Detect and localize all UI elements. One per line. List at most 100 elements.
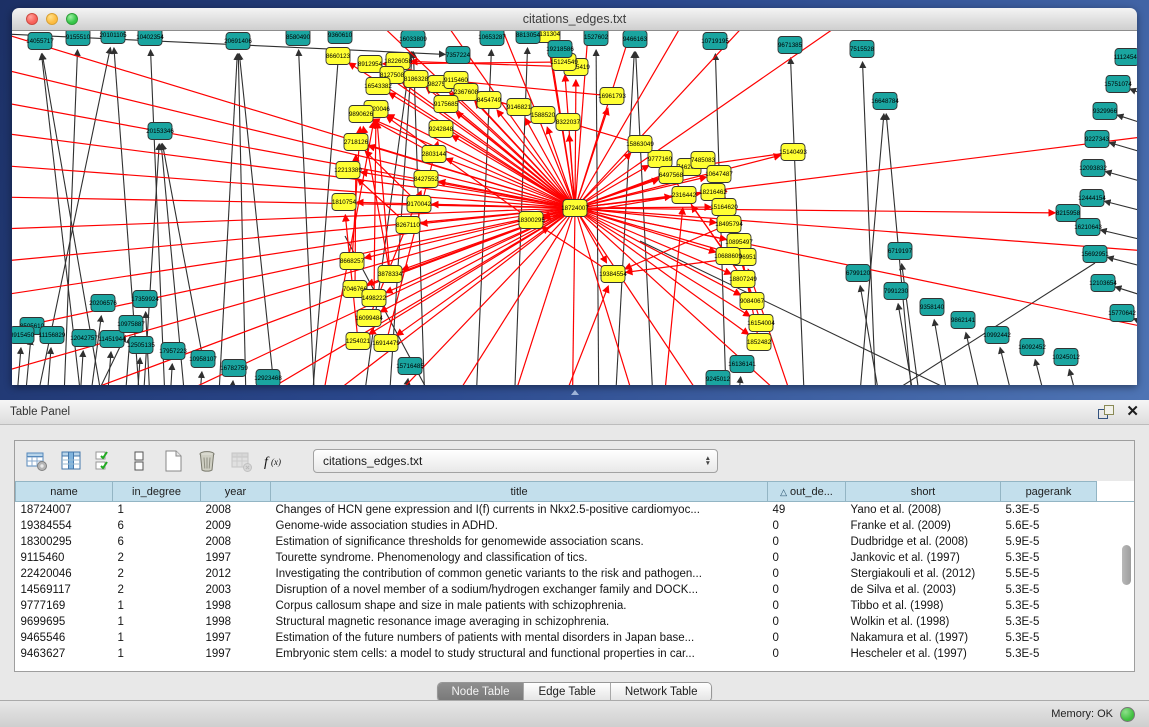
graph-node[interactable]: 19384554: [599, 266, 627, 283]
graph-node[interactable]: 9329966: [1093, 103, 1118, 120]
graph-node[interactable]: 18300295: [517, 212, 545, 229]
minimize-window-button[interactable]: [46, 13, 58, 25]
table-settings-icon[interactable]: [23, 447, 51, 475]
graph-node[interactable]: 16210643: [1074, 219, 1102, 236]
table-row[interactable]: 946554611997Estimation of the future num…: [16, 630, 1135, 646]
create-table-icon[interactable]: [159, 447, 187, 475]
graph-node[interactable]: 8186328: [404, 71, 429, 88]
table-row[interactable]: 911546021997Tourette syndrome. Phenomeno…: [16, 550, 1135, 566]
graph-node[interactable]: 9084067: [740, 293, 765, 310]
graph-node[interactable]: 1852482: [747, 334, 772, 351]
graph-node[interactable]: 2718126: [344, 134, 369, 151]
table-row[interactable]: 2242004622012Investigating the contribut…: [16, 566, 1135, 582]
graph-node[interactable]: 8813054: [516, 31, 541, 44]
table-row[interactable]: 946362711997Embryonic stem cells: a mode…: [16, 646, 1135, 662]
graph-node[interactable]: 14055717: [26, 33, 54, 50]
graph-node[interactable]: 12093832: [1079, 160, 1107, 177]
graph-node[interactable]: 20206576: [89, 295, 117, 312]
column-header-short[interactable]: short: [846, 482, 1001, 502]
graph-node[interactable]: 15770642: [1108, 305, 1136, 322]
graph-node[interactable]: 6497568: [659, 167, 684, 184]
graph-node[interactable]: 10647487: [705, 166, 733, 183]
graph-node[interactable]: 15751074: [1104, 76, 1132, 93]
graph-node[interactable]: 7357224: [446, 47, 471, 64]
tab-node-table[interactable]: Node Table: [438, 683, 524, 701]
column-header-year[interactable]: year: [201, 482, 271, 502]
float-panel-icon[interactable]: [1098, 405, 1114, 419]
graph-node[interactable]: 16782759: [220, 360, 248, 377]
graph-node[interactable]: 15164620: [710, 199, 738, 216]
table-row[interactable]: 1830029562008Estimation of significance …: [16, 534, 1135, 550]
graph-node[interactable]: 12505135: [127, 337, 155, 354]
graph-node[interactable]: 19218586: [546, 41, 574, 58]
graph-node[interactable]: 6799120: [846, 265, 871, 282]
graph-node[interactable]: 15140493: [779, 144, 807, 161]
graph-node[interactable]: 16154004: [747, 315, 775, 332]
graph-node[interactable]: 8580490: [286, 31, 311, 46]
graph-node[interactable]: 10688609: [714, 248, 742, 265]
graph-node[interactable]: 10653287: [478, 31, 506, 46]
graph-node[interactable]: 18724007: [561, 200, 589, 217]
graph-node[interactable]: 9466163: [623, 31, 648, 48]
graph-node[interactable]: 9360610: [328, 31, 353, 44]
graph-node[interactable]: 11156829: [39, 327, 66, 344]
graph-node[interactable]: 17359924: [131, 291, 159, 308]
graph-node[interactable]: 9227343: [1085, 131, 1110, 148]
select-columns-icon[interactable]: [91, 447, 119, 475]
graph-node[interactable]: 9245012: [706, 371, 731, 386]
graph-node[interactable]: 11451944: [98, 331, 126, 348]
close-window-button[interactable]: [26, 13, 38, 25]
table-row[interactable]: 977716911998Corpus callosum shape and si…: [16, 598, 1135, 614]
graph-node[interactable]: 9175685: [434, 96, 459, 113]
tab-edge-table[interactable]: Edge Table: [523, 683, 609, 701]
graph-node[interactable]: 9170042: [407, 196, 432, 213]
graph-node[interactable]: 9155510: [66, 31, 91, 46]
graph-node[interactable]: 10992442: [983, 327, 1011, 344]
graph-node[interactable]: 7515528: [850, 41, 875, 58]
graph-node[interactable]: 1588520: [531, 107, 556, 124]
graph-node[interactable]: 16033809: [399, 31, 427, 48]
column-header-pagerank[interactable]: pagerank: [1001, 482, 1097, 502]
graph-node[interactable]: 8668257: [340, 253, 365, 270]
graph-node[interactable]: 3878334: [378, 266, 403, 283]
graph-node[interactable]: 16648784: [871, 93, 899, 110]
memory-status-dot[interactable]: [1120, 707, 1135, 722]
graph-node[interactable]: 9862141: [951, 312, 976, 329]
network-window-titlebar[interactable]: citations_edges.txt: [12, 8, 1137, 31]
graph-node[interactable]: 8912954: [358, 56, 383, 73]
table-row[interactable]: 1456911722003Disruption of a novel membe…: [16, 582, 1135, 598]
graph-node[interactable]: 8427552: [414, 171, 439, 188]
graph-node[interactable]: 2803144: [422, 146, 447, 163]
graph-node[interactable]: 2316442: [672, 187, 697, 204]
graph-node[interactable]: 10245012: [1052, 349, 1080, 366]
graph-node[interactable]: 12444154: [1078, 190, 1106, 207]
column-header-title[interactable]: title: [271, 482, 768, 502]
graph-node[interactable]: 12923468: [254, 370, 282, 386]
graph-node[interactable]: 10402354: [136, 31, 164, 46]
column-header-out_de[interactable]: △out_de...: [768, 482, 846, 502]
graph-node[interactable]: 12103654: [1089, 275, 1117, 292]
graph-node[interactable]: 7991230: [884, 283, 909, 300]
graph-node[interactable]: 8322037: [556, 114, 581, 131]
split-pane-handle[interactable]: [566, 389, 582, 397]
table-selector-dropdown[interactable]: citations_edges.txt▲▼: [313, 449, 718, 473]
graph-node[interactable]: 16961793: [598, 88, 626, 105]
scrollbar-thumb[interactable]: [1122, 545, 1131, 585]
network-canvas[interactable]: 1872400786601238912954182260588127508165…: [12, 31, 1137, 385]
import-table-icon[interactable]: [227, 447, 255, 475]
table-scrollbar[interactable]: [1121, 543, 1132, 671]
graph-node[interactable]: 12213389: [334, 162, 362, 179]
graph-node[interactable]: 10958107: [189, 351, 217, 368]
graph-node[interactable]: 17957223: [159, 343, 187, 360]
graph-node[interactable]: 16136141: [728, 356, 756, 373]
graph-node[interactable]: 16099484: [355, 310, 383, 327]
graph-node[interactable]: 8267110: [396, 217, 420, 234]
graph-node[interactable]: 12042757: [70, 330, 98, 347]
column-header-name[interactable]: name: [16, 482, 113, 502]
graph-node[interactable]: 1810754: [332, 194, 357, 211]
graph-node[interactable]: 10975887: [117, 316, 145, 333]
zoom-window-button[interactable]: [66, 13, 78, 25]
row-options-icon[interactable]: [125, 447, 153, 475]
graph-node[interactable]: 8660123: [326, 48, 351, 65]
graph-node[interactable]: 9242848: [429, 121, 454, 138]
